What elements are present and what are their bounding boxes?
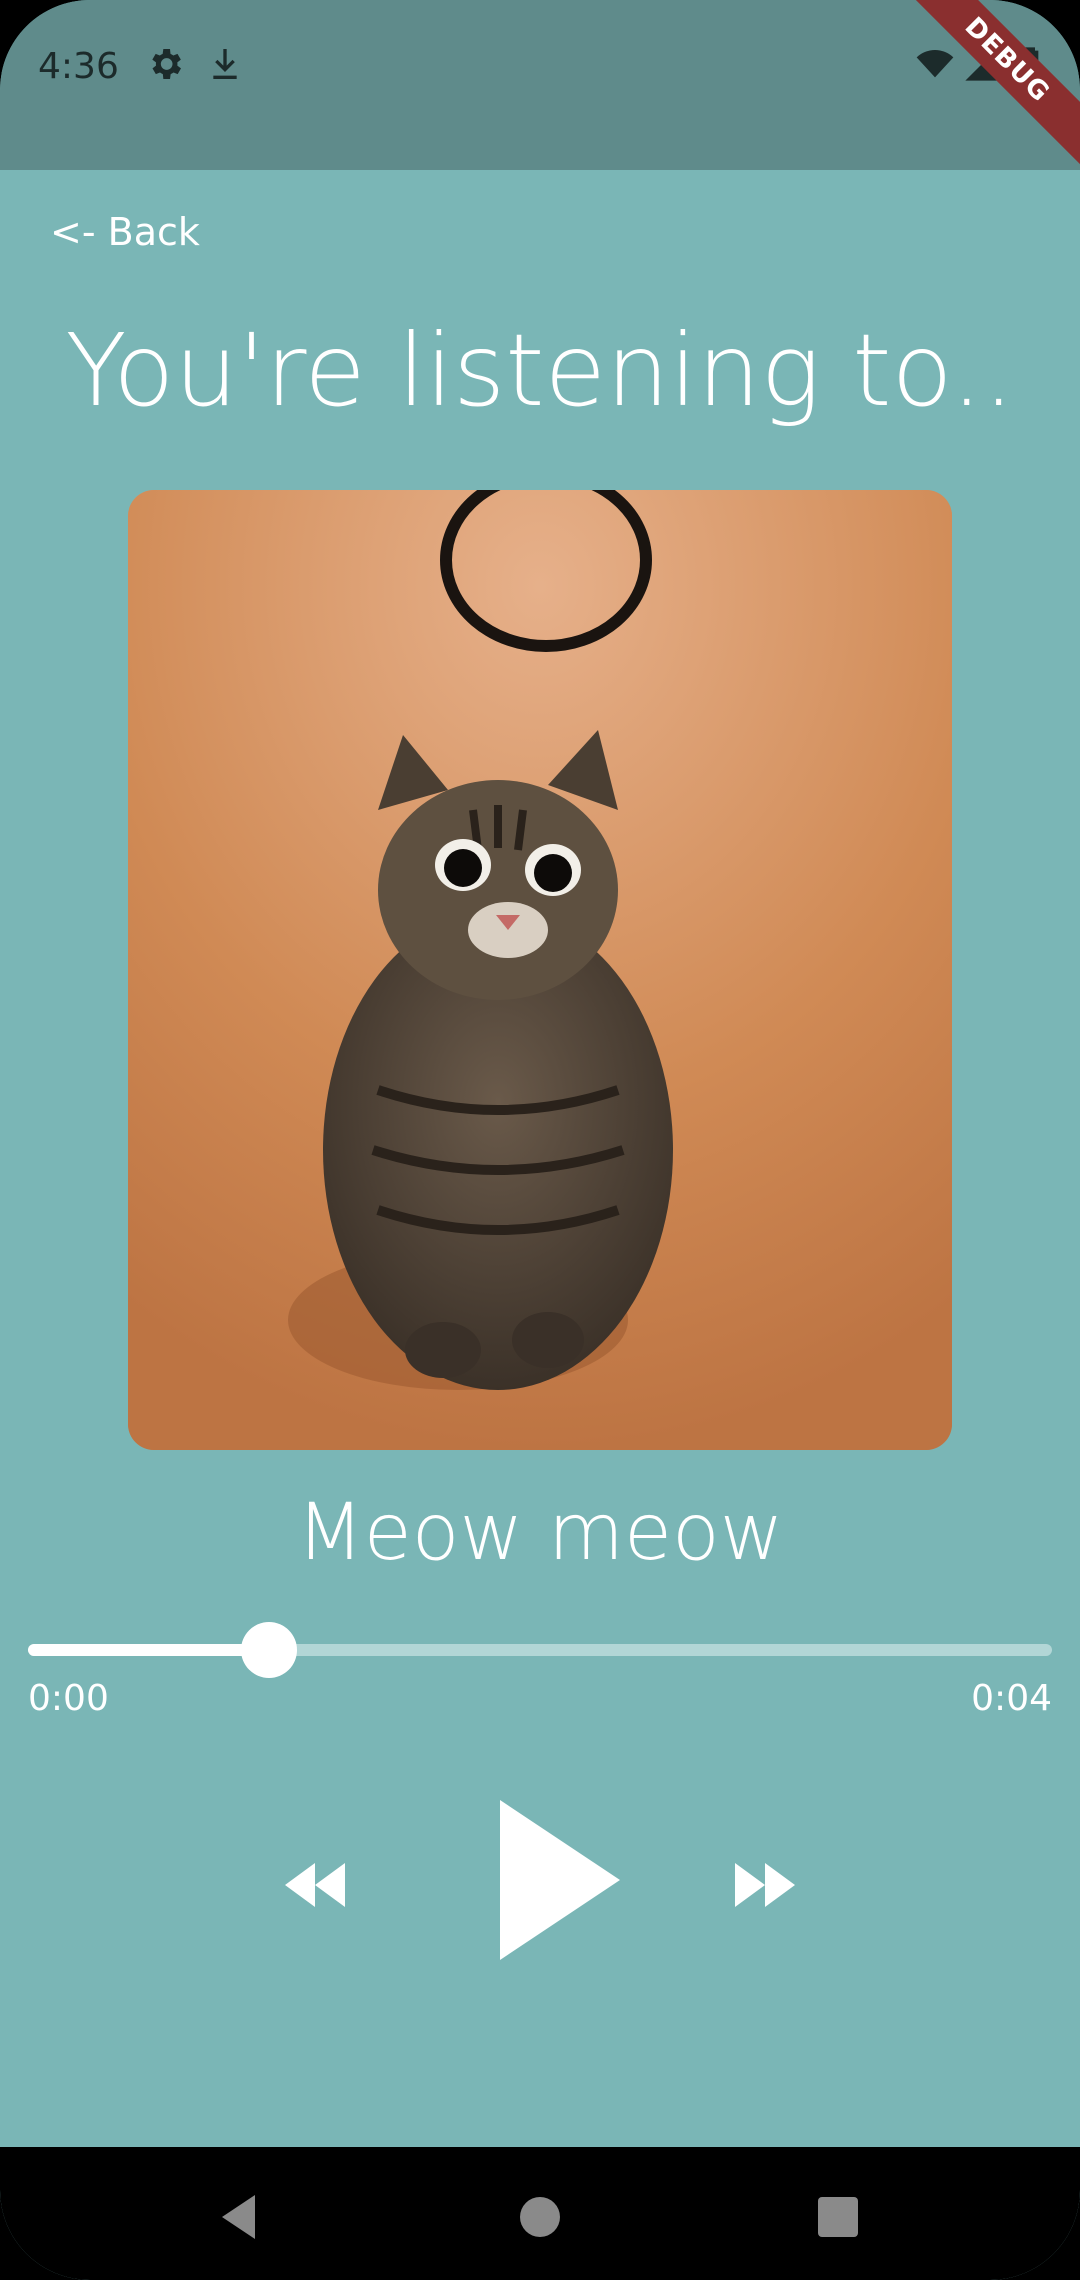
download-icon [213, 49, 237, 79]
player-screen: <- Back You're listening to.. Meow meow … [0, 170, 1080, 2147]
cat-photo [128, 490, 952, 1450]
wifi-icon [916, 50, 954, 78]
status-bar: 4:36 DEBUG [0, 0, 1080, 172]
system-nav-bar [0, 2147, 1080, 2280]
fast-forward-icon [735, 1863, 795, 1907]
fast-forward-button[interactable] [730, 1850, 800, 1920]
play-icon [500, 1800, 620, 1960]
song-title: Meow meow [296, 1488, 784, 1578]
status-time: 4:36 [38, 46, 119, 87]
back-triangle-icon[interactable] [210, 2187, 270, 2247]
progress-thumb[interactable] [240, 1622, 297, 1678]
progress-slider[interactable] [28, 1622, 1052, 1678]
rewind-button[interactable] [280, 1850, 350, 1920]
progress-fill [28, 1644, 269, 1656]
back-button[interactable]: <- Back [50, 210, 200, 254]
play-button[interactable] [480, 1790, 630, 1970]
settings-icon [152, 49, 181, 79]
debug-banner: DEBUG [895, 0, 1080, 172]
rewind-icon [285, 1863, 345, 1907]
elapsed-time: 0:00 [28, 1678, 109, 1719]
recents-square-icon[interactable] [808, 2187, 868, 2247]
home-circle-icon[interactable] [510, 2187, 570, 2247]
phone-screen: 4:36 DEBUG <- Back You're listening to.. [0, 0, 1080, 2280]
total-duration: 0:04 [971, 1678, 1052, 1719]
page-title: You're listening to.. [65, 312, 1015, 429]
album-artwork [128, 490, 952, 1450]
